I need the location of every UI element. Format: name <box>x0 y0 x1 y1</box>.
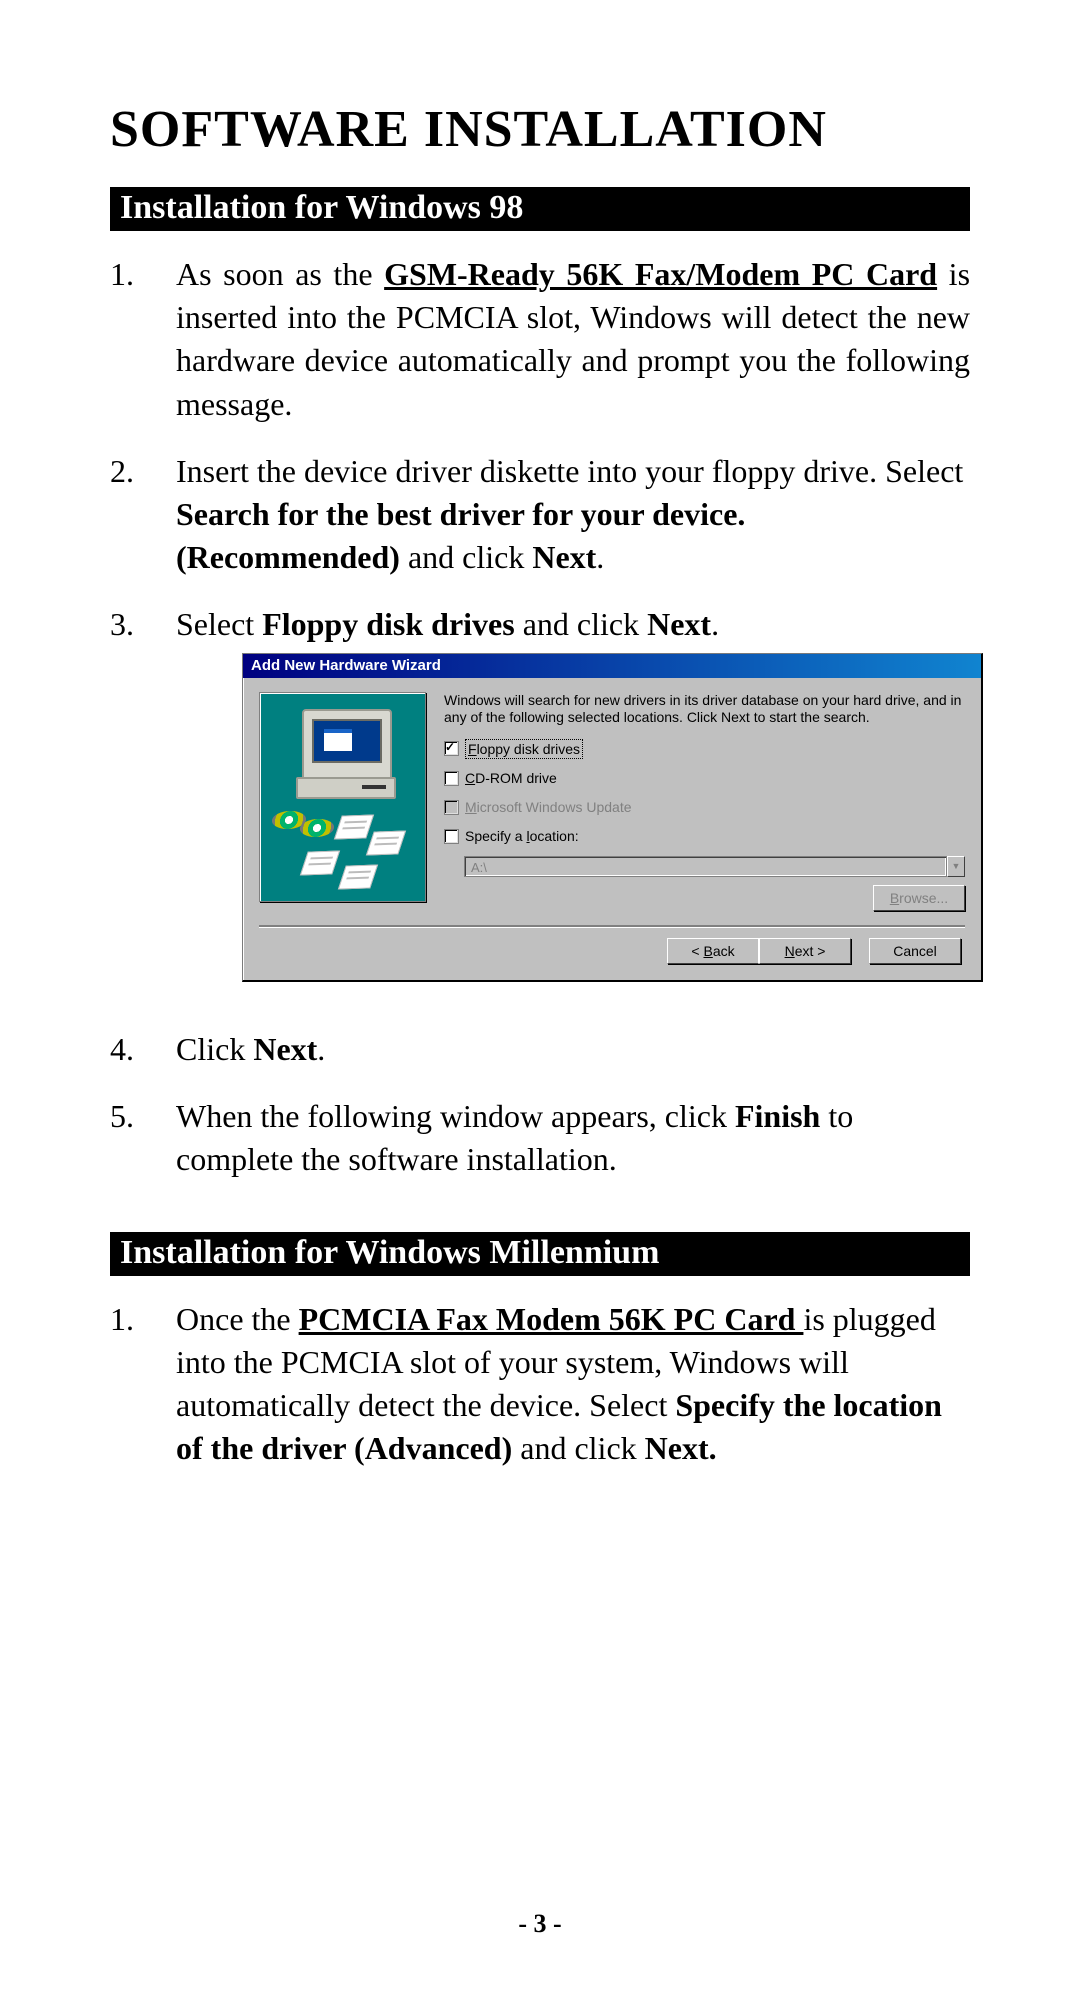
location-path-input: A:\ <box>464 856 947 877</box>
step-number <box>110 1095 160 1138</box>
text: and click <box>512 1430 644 1466</box>
step-4: Click Next. <box>110 1028 970 1095</box>
next-button[interactable]: Next > <box>759 938 851 964</box>
step-5: When the following window appears, click… <box>110 1095 970 1205</box>
checkbox-icon <box>444 800 459 815</box>
checkbox-label: Specify a location: <box>465 827 579 846</box>
checkbox-label: Floppy disk drives <box>465 739 583 760</box>
section-header-win98: Installation for Windows 98 <box>110 187 970 231</box>
step-number <box>110 253 160 296</box>
text: . <box>596 539 604 575</box>
step-1: Once the PCMCIA Fax Modem 56K PC Card is… <box>110 1298 970 1495</box>
product-name: PCMCIA Fax Modem 56K PC Card <box>299 1301 804 1337</box>
next-label: Next <box>647 606 711 642</box>
section-header-winme: Installation for Windows Millennium <box>110 1232 970 1276</box>
bold-text: Finish <box>735 1098 820 1134</box>
step-3: Select Floppy disk drives and click Next… <box>110 603 970 1028</box>
text: and click <box>515 606 647 642</box>
cancel-button[interactable]: Cancel <box>869 938 961 964</box>
bold-text: Floppy disk drives <box>262 606 515 642</box>
step-number <box>110 1298 160 1341</box>
text: . <box>711 606 719 642</box>
wizard-titlebar: Add New Hardware Wizard <box>243 654 981 678</box>
checkbox-specify-location[interactable]: Specify a location: <box>444 827 965 846</box>
text: Select <box>176 606 262 642</box>
browse-button: Browse... <box>873 885 965 911</box>
product-name: GSM-Ready 56K Fax/Modem PC Card <box>384 256 937 292</box>
text: . <box>317 1031 325 1067</box>
wizard-window: Add New Hardware Wizard <box>242 653 983 983</box>
wizard-graphic <box>259 692 426 902</box>
manual-page: SOFTWARE INSTALLATION Installation for W… <box>0 0 1080 2009</box>
text: Insert the device driver diskette into y… <box>176 453 963 489</box>
back-button[interactable]: < Back <box>667 938 759 964</box>
checkbox-icon[interactable] <box>444 829 459 844</box>
win98-steps: As soon as the GSM-Ready 56K Fax/Modem P… <box>110 253 970 1206</box>
step-2: Insert the device driver diskette into y… <box>110 450 970 604</box>
page-number: - 3 - <box>0 1909 1080 1939</box>
checkbox-label: Microsoft Windows Update <box>465 798 632 817</box>
text: As soon as the <box>176 256 384 292</box>
step-number <box>110 450 160 493</box>
checkbox-icon[interactable] <box>444 741 459 756</box>
checkbox-icon[interactable] <box>444 771 459 786</box>
step-number <box>110 603 160 646</box>
wizard-screenshot: Add New Hardware Wizard <box>242 653 970 983</box>
step-number <box>110 1028 160 1071</box>
text: When the following window appears, click <box>176 1098 735 1134</box>
page-title: SOFTWARE INSTALLATION <box>110 100 970 159</box>
next-label: Next <box>253 1031 317 1067</box>
checkbox-label: CD-ROM drive <box>465 769 557 788</box>
checkbox-floppy[interactable]: Floppy disk drives <box>444 739 965 760</box>
separator <box>259 925 965 928</box>
checkbox-windows-update: Microsoft Windows Update <box>444 798 965 817</box>
text: Click <box>176 1031 253 1067</box>
text: and click <box>400 539 532 575</box>
checkbox-cdrom[interactable]: CD-ROM drive <box>444 769 965 788</box>
next-label: Next <box>532 539 596 575</box>
winme-steps: Once the PCMCIA Fax Modem 56K PC Card is… <box>110 1298 970 1495</box>
dropdown-icon: ▼ <box>947 856 965 877</box>
step-1: As soon as the GSM-Ready 56K Fax/Modem P… <box>110 253 970 450</box>
next-label: Next. <box>645 1430 717 1466</box>
wizard-instructions: Windows will search for new drivers in i… <box>444 692 965 727</box>
text: Once the <box>176 1301 299 1337</box>
